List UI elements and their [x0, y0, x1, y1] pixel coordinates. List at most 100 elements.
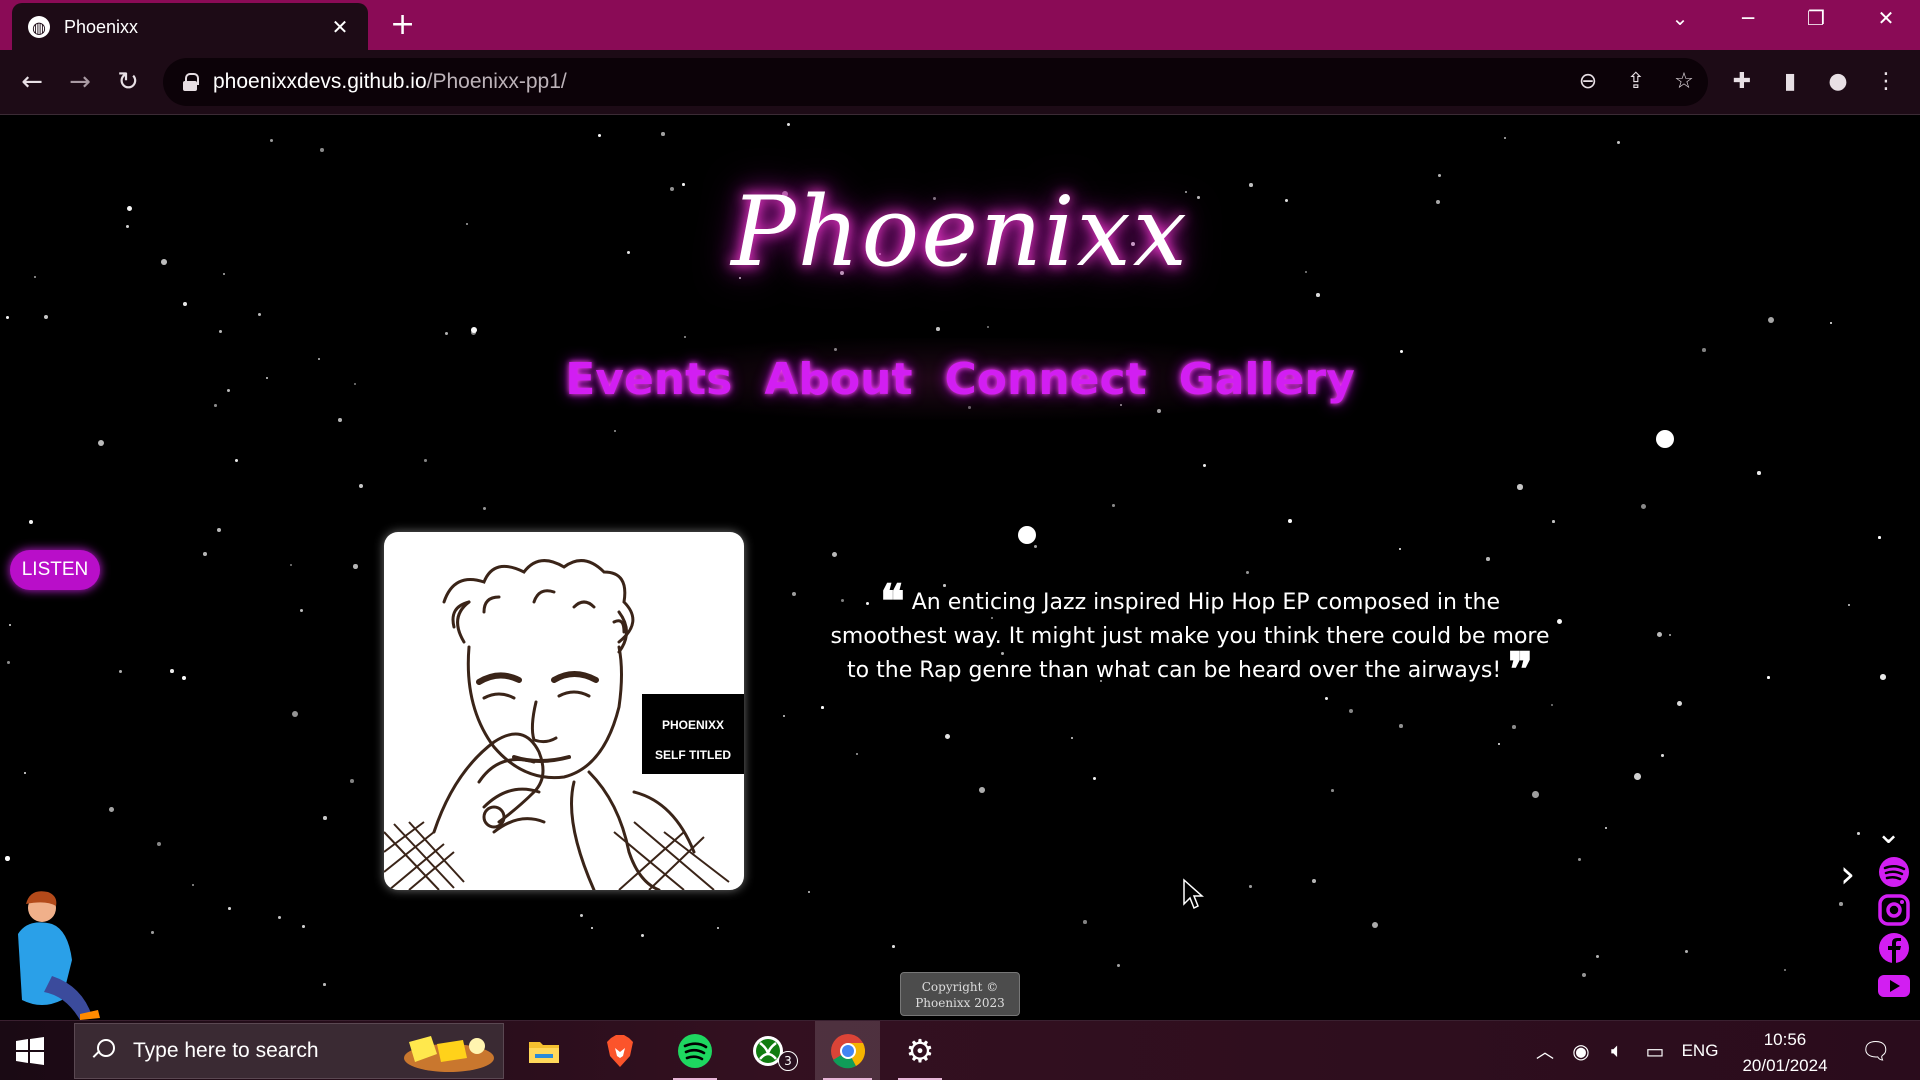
chrome-app[interactable]: [815, 1021, 880, 1080]
star: [292, 711, 298, 717]
clock-date: 20/01/2024: [1742, 1056, 1828, 1075]
spotify-taskbar-icon: [678, 1034, 712, 1068]
close-window-button[interactable]: ✕: [1866, 6, 1906, 30]
settings-app[interactable]: ⚙: [890, 1021, 950, 1080]
xbox-badge: 3: [778, 1051, 798, 1071]
nav-about[interactable]: About: [764, 354, 912, 405]
url-path: /Phoenixx-pp1/: [426, 70, 567, 93]
star: [1878, 536, 1881, 539]
star: [318, 358, 321, 361]
copyright-line-2: Phoenixx 2023: [915, 996, 1005, 1010]
tab-search-chevron-icon[interactable]: ⌄: [1660, 6, 1700, 30]
star: [641, 934, 645, 938]
nav-gallery[interactable]: Gallery: [1179, 354, 1355, 405]
star: [270, 139, 274, 143]
search-placeholder: Type here to search: [133, 1039, 319, 1062]
star: [1552, 520, 1555, 523]
star: [1669, 634, 1672, 637]
listen-button[interactable]: LISTEN: [10, 550, 100, 590]
share-icon[interactable]: ⇪: [1618, 64, 1654, 100]
star: [266, 377, 269, 380]
instagram-icon[interactable]: [1876, 894, 1912, 926]
tab-close-button[interactable]: ✕: [328, 15, 352, 39]
taskbar-clock[interactable]: 10:56 20/01/2024: [1730, 1027, 1840, 1079]
star: [258, 313, 262, 317]
star: [109, 807, 114, 812]
star: [1677, 701, 1682, 706]
xbox-app[interactable]: 3: [740, 1021, 800, 1080]
zoom-out-icon[interactable]: ⊖: [1570, 64, 1606, 100]
star: [1504, 137, 1507, 140]
new-tab-button[interactable]: +: [390, 8, 415, 42]
main-nav: Events About Connect Gallery: [565, 338, 1355, 420]
album-title: SELF TITLED: [655, 748, 731, 762]
gear-icon: ⚙: [905, 1032, 935, 1070]
youtube-icon[interactable]: [1876, 970, 1912, 1002]
browser-tab-bar: ◍ Phoenixx ✕ + ⌄ ─ ❐ ✕: [0, 0, 1920, 51]
cartoon-avatar[interactable]: [2, 886, 102, 1020]
spotify-icon[interactable]: [1876, 856, 1912, 888]
star: [6, 316, 10, 320]
star: [1767, 676, 1770, 679]
show-hidden-icons-chevron[interactable]: ︿: [1530, 1021, 1560, 1080]
tab-title: Phoenixx: [64, 16, 139, 37]
facebook-icon[interactable]: [1876, 932, 1912, 964]
taskbar-search[interactable]: Type here to search: [74, 1023, 504, 1079]
nav-events[interactable]: Events: [565, 354, 732, 405]
side-panel-icon[interactable]: ▮: [1772, 64, 1808, 100]
star: [1486, 557, 1490, 561]
spotify-app[interactable]: [665, 1021, 725, 1080]
windows-start-icon[interactable]: [14, 1035, 46, 1067]
minimize-button[interactable]: ─: [1728, 6, 1768, 30]
profile-icon[interactable]: ●: [1820, 64, 1856, 100]
star: [892, 945, 895, 948]
star: [1656, 430, 1674, 448]
steam-icon[interactable]: ◉: [1566, 1021, 1596, 1080]
star: [1117, 964, 1121, 968]
volume-icon[interactable]: 🔈︎: [1602, 1021, 1632, 1080]
star: [1083, 920, 1087, 924]
album-cover[interactable]: PHOENIXX SELF TITLED: [384, 532, 744, 890]
star: [353, 564, 358, 569]
notifications-icon[interactable]: 🗨︎: [1856, 1021, 1896, 1080]
star: [5, 856, 10, 861]
star: [278, 916, 282, 920]
file-explorer-app[interactable]: [514, 1021, 574, 1080]
star: [235, 459, 239, 463]
star: [119, 670, 123, 674]
bookmark-star-icon[interactable]: ☆: [1666, 64, 1702, 100]
screen: ◍ Phoenixx ✕ + ⌄ ─ ❐ ✕ ← → ↻ phoenixxdev…: [0, 0, 1920, 1080]
star: [1316, 293, 1320, 297]
chevron-down-icon[interactable]: ⌄: [1876, 816, 1901, 851]
star: [1112, 504, 1115, 507]
network-icon[interactable]: ▭: [1638, 1021, 1672, 1080]
menu-icon[interactable]: ⋮: [1868, 64, 1904, 100]
forward-button[interactable]: →: [62, 64, 98, 100]
restore-button[interactable]: ❐: [1796, 6, 1836, 30]
star: [157, 842, 161, 846]
reload-button[interactable]: ↻: [110, 64, 146, 100]
star: [1018, 526, 1036, 544]
star: [300, 609, 304, 613]
mouse-cursor-icon: [1183, 878, 1204, 910]
extensions-icon[interactable]: ✚: [1724, 64, 1760, 100]
quote-text: An enticing Jazz inspired Hip Hop EP com…: [830, 590, 1550, 683]
browser-tab[interactable]: ◍ Phoenixx ✕: [12, 3, 368, 51]
star: [7, 661, 10, 664]
address-bar[interactable]: phoenixxdevs.github.io/Phoenixx-pp1/: [163, 58, 1708, 106]
lock-icon: [181, 73, 199, 91]
star: [856, 753, 858, 755]
star: [192, 884, 195, 887]
star: [1400, 350, 1404, 354]
nav-connect[interactable]: Connect: [944, 354, 1146, 405]
chevron-right-icon[interactable]: ›: [1840, 852, 1855, 896]
star: [580, 914, 584, 918]
star: [214, 404, 217, 407]
back-button[interactable]: ←: [14, 64, 50, 100]
language-indicator[interactable]: ENG: [1678, 1021, 1722, 1080]
star: [227, 389, 231, 393]
brave-browser-app[interactable]: [590, 1021, 650, 1080]
site-logo[interactable]: Phoenixx: [0, 176, 1920, 288]
album-quote: ❝ An enticing Jazz inspired Hip Hop EP c…: [830, 578, 1550, 692]
star: [979, 787, 985, 793]
